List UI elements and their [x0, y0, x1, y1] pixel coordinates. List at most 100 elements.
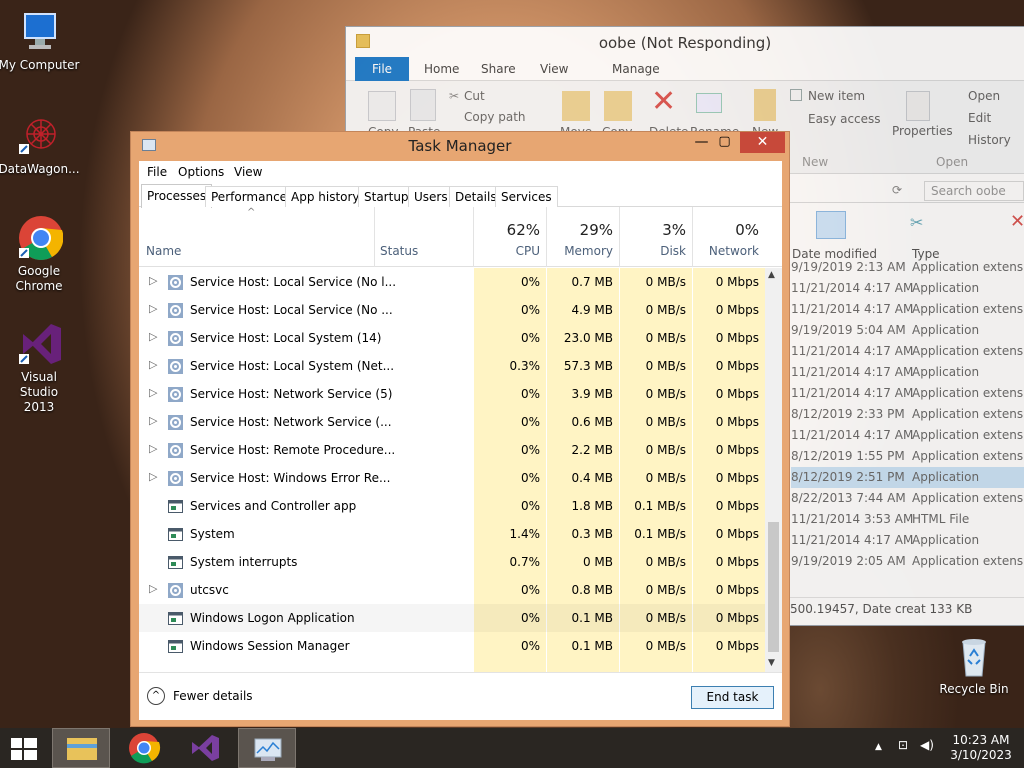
file-list-row[interactable]: 11/21/2014 4:17 AM Application	[791, 278, 1024, 299]
menu-options[interactable]: Options	[178, 165, 224, 179]
file-list-row[interactable]: 11/21/2014 4:17 AM Application	[791, 362, 1024, 383]
refresh-icon[interactable]: ⟳	[892, 183, 902, 197]
rename-icon[interactable]	[696, 93, 722, 113]
column-disk[interactable]: Disk	[619, 244, 686, 258]
process-row[interactable]: ▷ utcsvc 0% 0.8 MB 0 MB/s 0 Mbps	[139, 576, 765, 604]
file-list-row[interactable]: 11/21/2014 4:17 AM Application extens...	[791, 341, 1024, 362]
explorer-tab-file[interactable]: File	[355, 57, 409, 81]
file-list-row[interactable]: 11/21/2014 4:17 AM Application	[791, 530, 1024, 551]
properties-icon[interactable]	[906, 91, 930, 121]
file-list-row[interactable]: 11/21/2014 3:53 AM HTML File	[791, 509, 1024, 530]
file-list-row[interactable]: 11/21/2014 4:17 AM Application extens...	[791, 299, 1024, 320]
explorer-tab-home[interactable]: Home	[424, 62, 459, 76]
close-button[interactable]: ✕	[740, 132, 785, 153]
tab-startup[interactable]: Startup	[358, 186, 415, 207]
process-row[interactable]: ▷ Service Host: Local System (14) 0% 23.0 M…	[139, 324, 765, 352]
taskbar-visual-studio[interactable]	[176, 728, 234, 768]
expand-chevron-icon[interactable]: ▷	[149, 386, 157, 399]
cut-icon[interactable]: ✂	[449, 89, 459, 103]
desktop-icon-my-computer[interactable]: My Computer	[0, 8, 81, 73]
cut-button[interactable]: Cut	[464, 89, 485, 103]
desktop-icon-chrome[interactable]: Google Chrome	[0, 214, 81, 294]
properties-button[interactable]: Properties	[892, 124, 953, 138]
show-hidden-icons[interactable]: ▲	[875, 740, 882, 755]
desktop-icon-recycle-bin[interactable]: Recycle Bin	[932, 632, 1016, 697]
process-row[interactable]: System interrupts 0.7% 0 MB 0 MB/s 0 Mbps	[139, 548, 765, 576]
easy-access-button[interactable]: Easy access	[808, 112, 881, 126]
view-icon[interactable]	[816, 211, 846, 239]
tab-app-history[interactable]: App history	[285, 186, 366, 207]
expand-chevron-icon[interactable]: ▷	[149, 582, 157, 595]
menu-view[interactable]: View	[234, 165, 262, 179]
file-list-row[interactable]: 11/21/2014 4:17 AM Application extens...	[791, 425, 1024, 446]
volume-icon[interactable]: ◀)	[920, 738, 934, 753]
edit-button[interactable]: Edit	[968, 111, 991, 125]
new-item-button[interactable]: New item	[808, 89, 865, 103]
process-row[interactable]: System 1.4% 0.3 MB 0.1 MB/s 0 Mbps	[139, 520, 765, 548]
history-button[interactable]: History	[968, 133, 1011, 147]
open-button[interactable]: Open	[968, 89, 1000, 103]
explorer-tab-view[interactable]: View	[540, 62, 568, 76]
fewer-details-icon[interactable]: ^	[147, 687, 165, 705]
process-row[interactable]: ▷ Service Host: Local System (Net... 0.3% 5…	[139, 352, 765, 380]
explorer-tab-share[interactable]: Share	[481, 62, 516, 76]
taskbar-clock[interactable]: 10:23 AM 3/10/2023	[948, 733, 1014, 763]
scroll-down-icon[interactable]: ▼	[768, 658, 775, 668]
process-list-scrollbar[interactable]: ▲ ▼	[765, 268, 782, 672]
menu-file[interactable]: File	[147, 165, 167, 179]
explorer-tab-manage[interactable]: Manage	[612, 62, 660, 76]
column-cpu[interactable]: CPU	[473, 244, 540, 258]
process-row[interactable]: ▷ Service Host: Windows Error Re... 0% 0.4 …	[139, 464, 765, 492]
desktop-icon-datawagon[interactable]: DataWagon...	[0, 112, 81, 177]
cut-toolbar-icon[interactable]: ✂	[910, 213, 923, 232]
tab-services[interactable]: Services	[495, 186, 558, 207]
task-manager-window[interactable]: Task Manager — ▢ ✕ File Options View Pro…	[130, 131, 790, 727]
move-to-icon[interactable]	[562, 91, 590, 121]
expand-chevron-icon[interactable]: ▷	[149, 358, 157, 371]
file-list-row[interactable]: 9/19/2019 5:04 AM Application	[791, 320, 1024, 341]
process-row[interactable]: ▷ Service Host: Remote Procedure... 0% 2.2 …	[139, 436, 765, 464]
scroll-up-icon[interactable]: ▲	[768, 270, 775, 280]
file-list-row[interactable]: 8/12/2019 2:33 PM Application extens...	[791, 404, 1024, 425]
file-list-row[interactable]: 8/12/2019 2:51 PM Application	[791, 467, 1024, 488]
process-row[interactable]: Windows Session Manager 0% 0.1 MB 0 MB/s 0 M…	[139, 632, 765, 660]
process-row[interactable]: ▷ Service Host: Network Service (5) 0% 3.9 …	[139, 380, 765, 408]
fewer-details-button[interactable]: Fewer details	[173, 689, 253, 703]
column-network[interactable]: Network	[692, 244, 759, 258]
network-icon[interactable]: ⊡	[898, 738, 908, 753]
process-row[interactable]: ▷ Service Host: Local Service (No ... 0% 4.…	[139, 296, 765, 324]
expand-chevron-icon[interactable]: ▷	[149, 414, 157, 427]
expand-chevron-icon[interactable]: ▷	[149, 330, 157, 343]
file-list-row[interactable]: 9/19/2019 2:05 AM Application extens...	[791, 551, 1024, 572]
explorer-title-bar[interactable]: oobe (Not Responding)	[346, 27, 1024, 57]
desktop-icon-visual-studio[interactable]: Visual Studio 2013	[0, 320, 81, 415]
explorer-search-input[interactable]: Search oobe	[924, 181, 1024, 201]
delete-icon[interactable]: ✕	[651, 87, 676, 117]
process-row[interactable]: ▷ Service Host: Network Service (... 0% 0.6…	[139, 408, 765, 436]
taskbar-file-explorer[interactable]	[52, 728, 110, 768]
process-row[interactable]: Windows Logon Application 0% 0.1 MB 0 MB/s 0…	[139, 604, 765, 632]
file-list-row[interactable]: 11/21/2014 4:17 AM Application extens...	[791, 383, 1024, 404]
file-list-row[interactable]: 9/19/2019 2:13 AM Application extens...	[791, 257, 1024, 278]
expand-chevron-icon[interactable]: ▷	[149, 302, 157, 315]
process-row[interactable]: ▷ Service Host: Local Service (No l... 0% 0…	[139, 268, 765, 296]
new-folder-icon[interactable]	[754, 89, 776, 121]
copy-to-icon[interactable]	[604, 91, 632, 121]
copy-path-button[interactable]: Copy path	[464, 110, 526, 124]
column-name[interactable]: Name	[146, 244, 181, 258]
file-list-row[interactable]: 8/12/2019 1:55 PM Application extens...	[791, 446, 1024, 467]
taskbar-chrome[interactable]	[116, 728, 172, 768]
expand-chevron-icon[interactable]: ▷	[149, 274, 157, 287]
expand-chevron-icon[interactable]: ▷	[149, 442, 157, 455]
file-list-row[interactable]: 8/22/2013 7:44 AM Application extens...	[791, 488, 1024, 509]
process-row[interactable]: Services and Controller app 0% 1.8 MB 0.1 M…	[139, 492, 765, 520]
column-memory[interactable]: Memory	[546, 244, 613, 258]
end-task-button[interactable]: End task	[691, 686, 774, 709]
scrollbar-thumb[interactable]	[768, 522, 779, 652]
tab-users[interactable]: Users	[408, 186, 454, 207]
tab-processes[interactable]: Processes	[141, 184, 213, 208]
task-manager-title-bar[interactable]: Task Manager — ▢ ✕	[131, 132, 789, 161]
expand-chevron-icon[interactable]: ▷	[149, 470, 157, 483]
taskbar-task-manager[interactable]	[238, 728, 296, 768]
tab-performance[interactable]: Performance	[205, 186, 294, 207]
